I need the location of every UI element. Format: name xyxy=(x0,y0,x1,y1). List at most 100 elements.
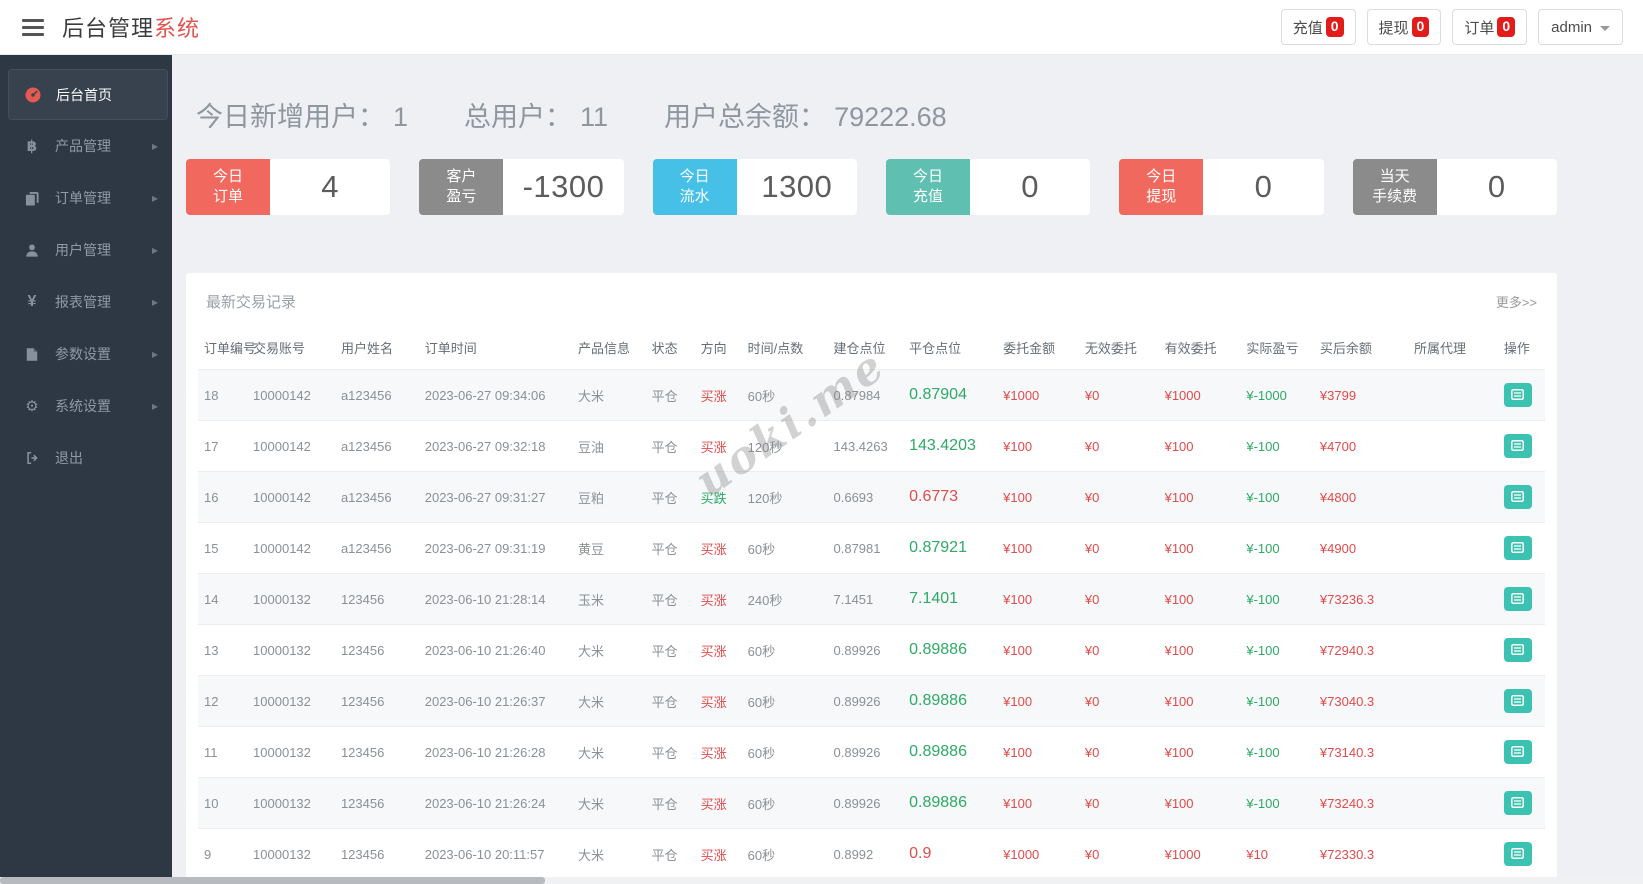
cell-open-price: 0.89926 xyxy=(827,726,904,778)
cell-username: 123456 xyxy=(334,777,419,829)
card-label: 今日 流水 xyxy=(652,159,737,215)
cell-product: 黄豆 xyxy=(572,522,646,574)
table-row: 13 10000132 123456 2023-06-10 21:26:40 大米 平仓买… xyxy=(198,624,1545,676)
detail-button[interactable] xyxy=(1503,383,1532,407)
table-row: 14 10000132 123456 2023-06-10 21:28:14 玉米 平仓买… xyxy=(198,573,1545,625)
cell-open-price: 0.87981 xyxy=(827,522,904,574)
cell-account: 10000132 xyxy=(247,675,335,727)
cell-open-price: 7.1451 xyxy=(827,573,904,625)
sidebar-item-退出[interactable]: 退出 xyxy=(0,432,172,484)
detail-icon xyxy=(1511,541,1525,556)
chevron-down-icon xyxy=(1600,25,1610,31)
transactions-panel: 最新交易记录 更多>> 订单编号 交易账号 用户姓名 订单时间 产品信息 状态 方向 时间/点… xyxy=(186,273,1557,877)
cell-username: 123456 xyxy=(334,726,419,778)
sidebar-item-后台首页[interactable]: 后台首页 xyxy=(8,69,168,120)
sidebar-item-报表管理[interactable]: ¥ 报表管理 ▸ xyxy=(0,276,172,328)
cell-order-time: 2023-06-10 21:26:40 xyxy=(418,624,573,676)
cell-username: a123456 xyxy=(334,369,419,421)
horizontal-scrollbar[interactable] xyxy=(0,877,1643,884)
cell-close-price: 0.89886 xyxy=(903,777,998,829)
menu-toggle-icon[interactable] xyxy=(22,18,44,36)
card-value: 0 xyxy=(1436,159,1557,215)
cell-agent xyxy=(1407,828,1498,877)
sidebar-item-订单管理[interactable]: 订单管理 ▸ xyxy=(0,172,172,224)
detail-button[interactable] xyxy=(1503,434,1532,458)
stat-card: 客户 盈亏 -1300 xyxy=(419,159,624,215)
cell-product: 豆粕 xyxy=(572,471,646,523)
card-label-line: 客户 xyxy=(446,167,477,185)
cell-balance-after: ¥4900 xyxy=(1313,522,1408,574)
cell-balance-after: ¥72330.3 xyxy=(1313,828,1408,877)
column-header-action: 操作 xyxy=(1503,341,1530,356)
sidebar-item-产品管理[interactable]: ฿ 产品管理 ▸ xyxy=(0,120,172,172)
brand-logo[interactable]: 后台管理系统 xyxy=(62,11,200,43)
cell-agent xyxy=(1407,522,1498,574)
sidebar-item-用户管理[interactable]: 用户管理 ▸ xyxy=(0,224,172,276)
cell-duration: 60秒 xyxy=(741,675,828,727)
cell-direction: 买涨 xyxy=(694,369,742,421)
cell-action xyxy=(1497,369,1545,421)
cell-order-id: 13 xyxy=(198,624,248,676)
column-header-profit: 实际盈亏 xyxy=(1246,341,1299,356)
user-menu[interactable]: admin xyxy=(1538,9,1623,45)
cell-profit: ¥-100 xyxy=(1240,522,1314,574)
cell-invalid-entrust: ¥0 xyxy=(1078,675,1159,727)
column-header-open-price: 建仓点位 xyxy=(833,341,886,356)
sidebar-item-label: 参数设置 xyxy=(55,346,111,362)
cell-username: 123456 xyxy=(334,624,419,676)
detail-button[interactable] xyxy=(1503,842,1532,866)
cell-duration: 60秒 xyxy=(741,828,828,877)
detail-button[interactable] xyxy=(1503,740,1532,764)
panel-header: 最新交易记录 更多>> xyxy=(198,287,1545,326)
gears-icon: ⚙ xyxy=(25,397,39,415)
scrollbar-thumb[interactable] xyxy=(0,877,545,884)
detail-button[interactable] xyxy=(1503,536,1532,560)
cell-open-price: 0.6693 xyxy=(827,471,904,523)
card-label: 今日 充值 xyxy=(885,159,970,215)
chevron-right-icon: ▸ xyxy=(151,139,158,153)
withdraw-button[interactable]: 提现 0 xyxy=(1366,9,1442,45)
sidebar-item-系统设置[interactable]: ⚙ 系统设置 ▸ xyxy=(0,380,172,432)
cell-status: 平仓 xyxy=(645,573,695,625)
stat-label: 用户总余额： xyxy=(664,102,827,132)
main-content: 今日新增用户： 1 总用户： 11 用户总余额： 79222.68 今日 订单 4 客户 盈亏 -1… xyxy=(172,55,1643,877)
cell-agent xyxy=(1407,573,1498,625)
table-row: 9 10000132 123456 2023-06-10 20:11:57 大米 平仓 买涨… xyxy=(198,828,1545,877)
stat-card: 今日 流水 1300 xyxy=(652,159,857,215)
column-header-product: 产品信息 xyxy=(578,341,631,356)
brand-text-accent: 系统 xyxy=(154,16,201,41)
column-header-duration: 时间/点数 xyxy=(747,341,804,356)
cell-open-price: 0.8992 xyxy=(827,828,904,877)
cell-valid-entrust: ¥100 xyxy=(1158,420,1241,472)
card-label: 客户 盈亏 xyxy=(419,159,504,215)
cell-agent xyxy=(1407,420,1498,472)
card-label-line: 提现 xyxy=(1146,188,1177,205)
order-button[interactable]: 订单 0 xyxy=(1452,9,1528,45)
cell-action xyxy=(1497,573,1545,625)
detail-button[interactable] xyxy=(1503,638,1532,662)
cell-order-time: 2023-06-10 20:11:57 xyxy=(418,828,573,877)
stat-label: 总用户： xyxy=(464,102,573,132)
detail-icon xyxy=(1511,592,1525,607)
detail-button[interactable] xyxy=(1503,791,1532,815)
cell-invalid-entrust: ¥0 xyxy=(1078,777,1159,829)
recharge-button[interactable]: 充值 0 xyxy=(1280,9,1356,45)
detail-button[interactable] xyxy=(1503,485,1532,509)
column-header-invalid-entrust: 无效委托 xyxy=(1084,341,1137,356)
detail-button[interactable] xyxy=(1503,587,1532,611)
stat-card: 当天 手续费 0 xyxy=(1352,159,1557,215)
cell-status: 平仓 xyxy=(645,726,695,778)
cell-invalid-entrust: ¥0 xyxy=(1078,624,1159,676)
stat-card: 今日 订单 4 xyxy=(186,159,391,215)
notification-badge: 0 xyxy=(1497,17,1516,37)
cell-profit: ¥-100 xyxy=(1240,726,1314,778)
detail-button[interactable] xyxy=(1503,689,1532,713)
cell-invalid-entrust: ¥0 xyxy=(1078,828,1159,877)
sidebar-item-参数设置[interactable]: 参数设置 ▸ xyxy=(0,328,172,380)
detail-icon xyxy=(1511,388,1525,403)
cell-direction: 买涨 xyxy=(694,828,742,877)
panel-title: 最新交易记录 xyxy=(206,294,297,311)
cell-valid-entrust: ¥100 xyxy=(1158,624,1241,676)
cell-product: 大米 xyxy=(572,828,646,877)
more-link[interactable]: 更多>> xyxy=(1496,292,1537,311)
